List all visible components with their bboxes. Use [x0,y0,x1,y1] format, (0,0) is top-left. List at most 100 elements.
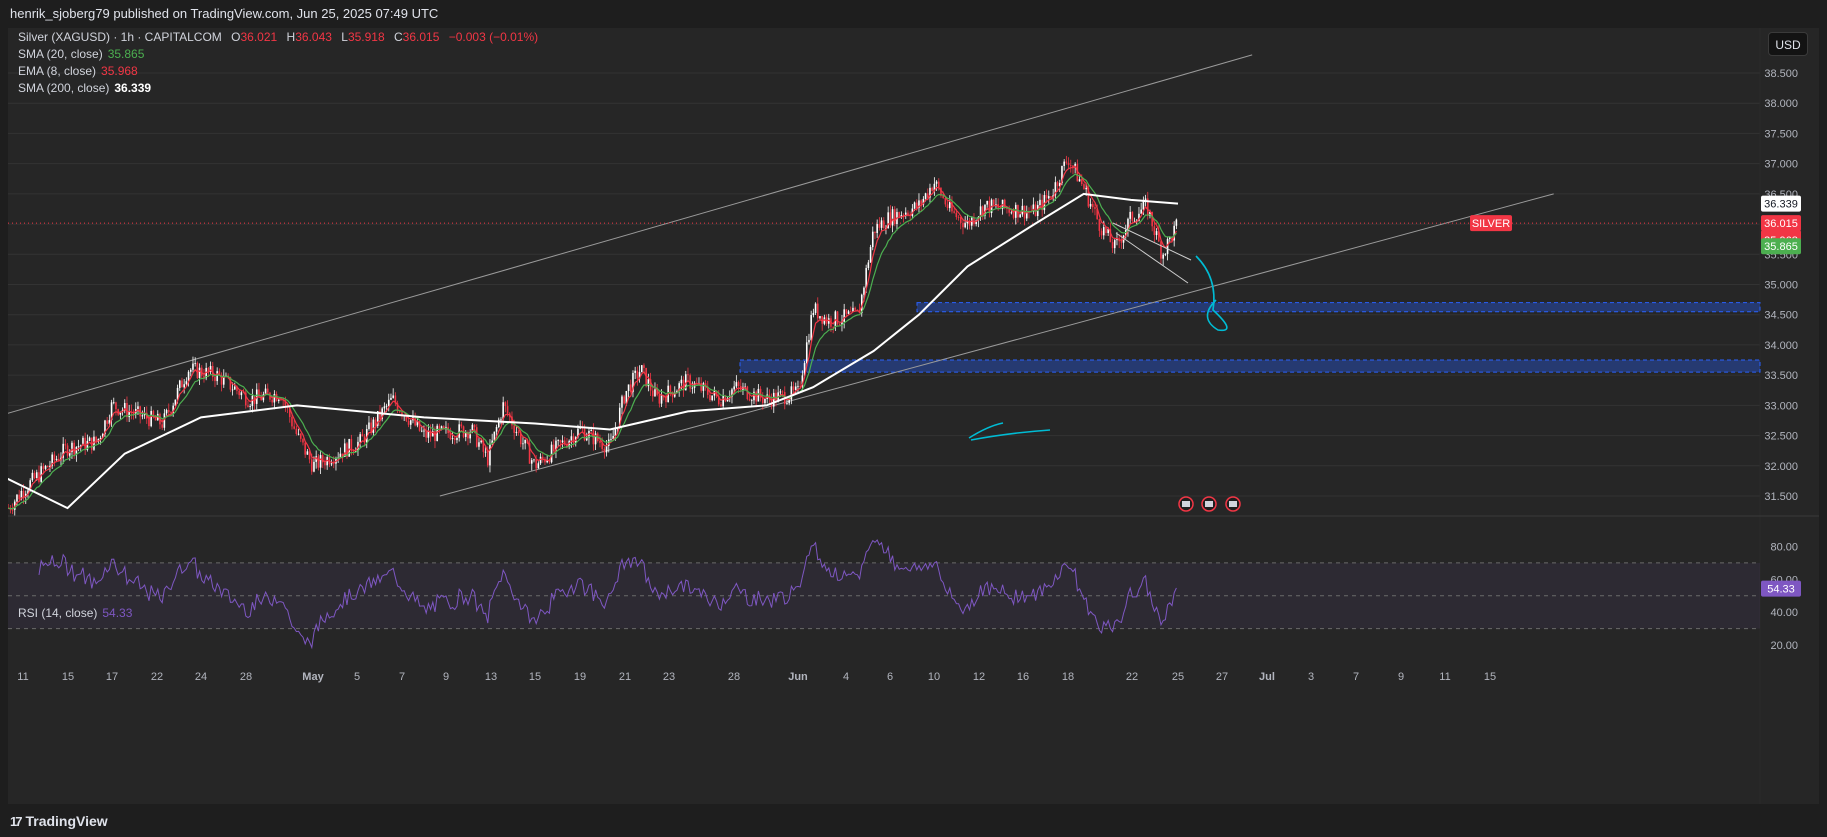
candle-body [522,443,524,445]
ema8-label: EMA (8, close) [18,64,97,78]
candle-body [297,433,300,435]
candle-body [77,446,80,447]
us-flag-event-icon [1182,501,1190,507]
candle-body [31,472,34,481]
price-chart[interactable]: 31.500 32.000 32.500 33.000 33.500 34.000 34.5… [0,28,1819,804]
candle-body [792,386,795,390]
candle-body [181,380,183,388]
candle-body [869,247,872,263]
candle-body [946,204,949,209]
candle-body [944,197,947,205]
price-tag-label: 35.865 [1764,241,1798,253]
candle-body [867,262,870,268]
candle-body [18,494,20,500]
candle-body [640,365,643,373]
candle-body [1080,179,1083,185]
candle-body [295,428,298,434]
ema8-legend[interactable]: EMA (8, close) 35.968 [18,64,138,78]
annotation-scribble [968,422,1051,441]
candle-body [937,181,940,188]
candle-body [836,311,839,325]
candle-body [238,390,240,396]
candle-body [1069,165,1072,166]
candle-body [291,417,293,427]
time-tick-label: 9 [443,671,449,683]
candle-body [658,394,661,404]
candle-body [233,386,236,390]
candle-body [733,386,735,390]
candle-body [986,201,988,205]
candle-body [702,383,705,391]
candle-body [1098,219,1101,231]
time-tick-label: 15 [62,671,74,683]
us-flag-event-icon [1205,501,1213,507]
time-tick-label: 19 [574,671,586,683]
candle-body [1160,241,1162,259]
price-tick-label: 38.500 [1764,68,1798,80]
candle-body [280,399,282,401]
candle-body [42,466,45,469]
candle-body [805,342,808,364]
candle-body [691,387,694,389]
candle-body [486,451,489,466]
candle-body [953,211,955,213]
tradingview-logo-icon: 17 [10,813,23,829]
candle-body [44,465,47,469]
price-tick-label: 31.500 [1764,491,1798,503]
time-tick-label: May [302,671,324,683]
candle-body [935,181,938,184]
candle-body [926,193,929,198]
sma200-legend[interactable]: SMA (200, close) 36.339 [18,81,151,95]
ema8-line [8,165,1177,510]
time-tick-label: 23 [663,671,675,683]
candle-body [73,442,75,455]
candle-body [992,199,995,205]
candle-body [1105,227,1107,234]
candle-body [392,395,394,398]
candle-body [390,397,392,400]
currency-button[interactable]: USD [1768,32,1808,56]
close-label: C [394,30,403,44]
candle-body [880,220,883,228]
candle-body [876,224,878,234]
time-tick-label: 5 [354,671,360,683]
candle-body [550,444,553,463]
candle-body [651,390,654,397]
candle-body [1063,161,1065,166]
time-tick-label: 16 [1017,671,1029,683]
candle-body [711,395,713,401]
time-tick-label: 7 [399,671,405,683]
candle-body [1050,196,1052,199]
candle-body [781,391,784,393]
time-tick-label: 21 [619,671,631,683]
price-tag-label: SILVER [1472,218,1510,230]
candle-body [425,430,427,438]
candle-body [484,451,487,453]
time-tick-label: 3 [1308,671,1314,683]
tradingview-logo[interactable]: 17 TradingView [10,813,108,829]
candle-body [623,396,625,404]
candle-body [304,442,306,455]
candle-body [330,463,333,465]
candle-body [478,442,480,447]
candle-body [11,509,14,511]
candle-body [559,440,562,443]
candle-body [1067,162,1070,166]
rsi-legend[interactable]: RSI (14, close) 54.33 [18,606,132,620]
open-value: 36.021 [240,30,278,44]
rsi-tick-label: 40.00 [1770,607,1798,619]
chart-frame[interactable]: 31.500 32.000 32.500 33.000 33.500 34.000 34.5… [0,28,1819,804]
candle-body [764,398,766,404]
candle-body [1175,219,1178,226]
sma20-legend[interactable]: SMA (20, close) 35.865 [18,47,144,61]
candle-body [475,427,478,447]
candle-body [306,451,309,455]
candle-body [1140,209,1142,214]
candle-body [273,393,276,403]
candle-body [64,443,67,446]
price-tick-label: 37.000 [1764,159,1798,171]
price-tag-label: 36.015 [1764,218,1798,230]
candle-body [489,443,491,466]
candle-body [214,377,216,382]
candle-body [339,453,342,458]
